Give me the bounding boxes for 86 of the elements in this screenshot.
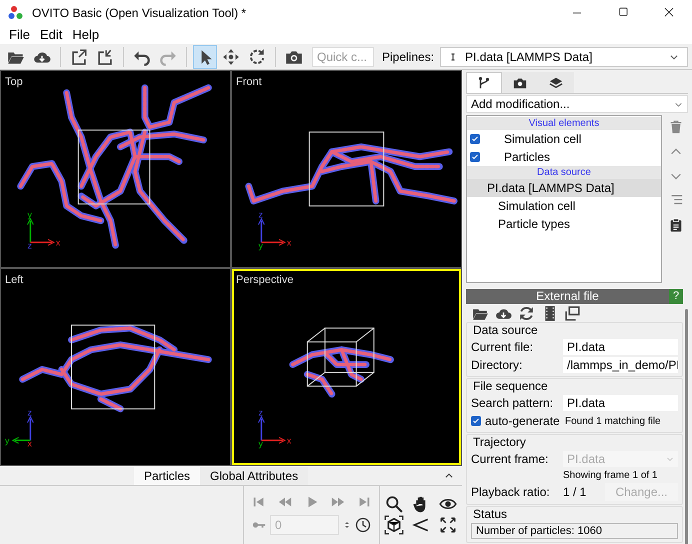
quick-command-field[interactable]: Quick c... (312, 46, 374, 66)
checkbox[interactable] (471, 416, 481, 426)
window-title: OVITO Basic (Open Visualization Tool) * (32, 5, 246, 22)
pipeline-item[interactable]: Particle types (467, 215, 661, 233)
group-title: Data source (472, 323, 539, 338)
clipboard-icon[interactable] (669, 217, 683, 233)
viewport[interactable]: Top y z x (1, 71, 230, 267)
simulation-cell-box (306, 328, 374, 387)
viewport[interactable]: Front z y x (232, 71, 461, 267)
chevron-down-icon (666, 455, 674, 463)
pipelines-label: Pipelines: (382, 48, 434, 66)
clock-icon[interactable] (355, 517, 371, 533)
data-tab[interactable]: Particles (134, 467, 200, 485)
field-label: Current frame: (471, 451, 550, 468)
checkmark-icon (472, 417, 480, 425)
checkbox-label[interactable]: auto-generate (485, 412, 561, 430)
menu-item[interactable]: Edit (34, 25, 68, 45)
section-header: Visual elements (467, 117, 661, 130)
maximize-viewport-icon[interactable] (439, 516, 458, 534)
status-text: Showing frame 1 of 1 (563, 468, 658, 482)
data-tab[interactable]: Global Attributes (200, 467, 308, 485)
ratio-value: 1 / 1 (563, 484, 588, 501)
text-field[interactable]: PI.data (563, 395, 678, 411)
status-text: Found 1 matching file (565, 414, 661, 428)
viewport[interactable]: Left z y x (1, 269, 230, 465)
zoom-icon[interactable] (384, 495, 403, 513)
pipeline-item[interactable]: Simulation cell (467, 197, 661, 215)
pipeline-dropdown[interactable]: PI.data [LAMMPS Data] (440, 46, 688, 66)
windows-icon[interactable] (564, 304, 581, 322)
axis-label: y (4, 435, 10, 446)
field-label: Playback ratio: (471, 484, 551, 501)
axis-label: z (27, 240, 32, 250)
add-modification-dropdown[interactable]: Add modification... (466, 95, 688, 113)
pointer-button[interactable] (193, 44, 217, 68)
scrollbar[interactable] (685, 309, 688, 544)
group-title: Trajectory (472, 435, 527, 450)
rollout-title: External file (535, 289, 600, 304)
section-header: Data source (467, 166, 661, 179)
axis-label: y (258, 438, 263, 448)
axis-label: x (27, 438, 32, 448)
axis-label: z (27, 408, 32, 418)
menu-item[interactable]: File (4, 25, 35, 45)
pipeline-item[interactable]: Particles (467, 148, 661, 166)
group-title: Status (472, 507, 508, 522)
layers-icon (549, 76, 563, 90)
axis-label: z (258, 408, 263, 418)
checkbox[interactable] (470, 134, 480, 144)
rotate-icon (248, 48, 266, 66)
refresh-icon[interactable] (518, 304, 535, 322)
pipeline-branch-icon (477, 76, 491, 90)
checkbox[interactable] (470, 152, 480, 162)
trash-icon[interactable] (669, 119, 683, 135)
status-text: Number of particles: 1060 (471, 523, 678, 539)
axis-label: x (286, 435, 292, 446)
file-export-icon (70, 48, 88, 66)
pipeline-item[interactable]: PI.data [LAMMPS Data] (467, 179, 661, 197)
viewport[interactable]: Perspective z y x (232, 269, 461, 465)
group-title: File sequence (472, 379, 549, 394)
axis-label: y (27, 210, 32, 220)
axis-label: y (258, 240, 263, 250)
panel-tab[interactable] (502, 72, 538, 93)
viewport-title[interactable]: Perspective (236, 272, 294, 288)
app-logo-icon (8, 5, 24, 21)
viewport-title[interactable]: Top (5, 74, 23, 90)
help-button[interactable]: ? (669, 289, 683, 304)
field-of-view-icon[interactable] (412, 516, 430, 534)
cube-icon[interactable] (384, 515, 404, 535)
camera-icon (513, 76, 527, 90)
axis-label: z (258, 210, 263, 220)
panel-tab[interactable] (466, 72, 502, 93)
menu-item[interactable]: Help (67, 25, 104, 45)
file-import-icon (96, 48, 114, 66)
field-label: Directory: (471, 357, 524, 374)
skip-to-start-icon[interactable] (252, 495, 266, 509)
field-label: Search pattern: (471, 395, 554, 412)
pipeline-item[interactable]: Simulation cell (467, 130, 661, 148)
viewport-title[interactable]: Front (236, 74, 262, 90)
checkmark-icon (471, 135, 479, 143)
field-label: Current file: (471, 339, 534, 356)
move-arrows-icon (222, 48, 240, 66)
panel-tab[interactable] (538, 72, 574, 93)
axis-label: x (56, 237, 60, 248)
axis-label: x (286, 237, 292, 248)
checkmark-icon (471, 153, 479, 161)
viewport-title[interactable]: Left (5, 272, 24, 288)
text-field[interactable]: PI.data (563, 339, 678, 355)
